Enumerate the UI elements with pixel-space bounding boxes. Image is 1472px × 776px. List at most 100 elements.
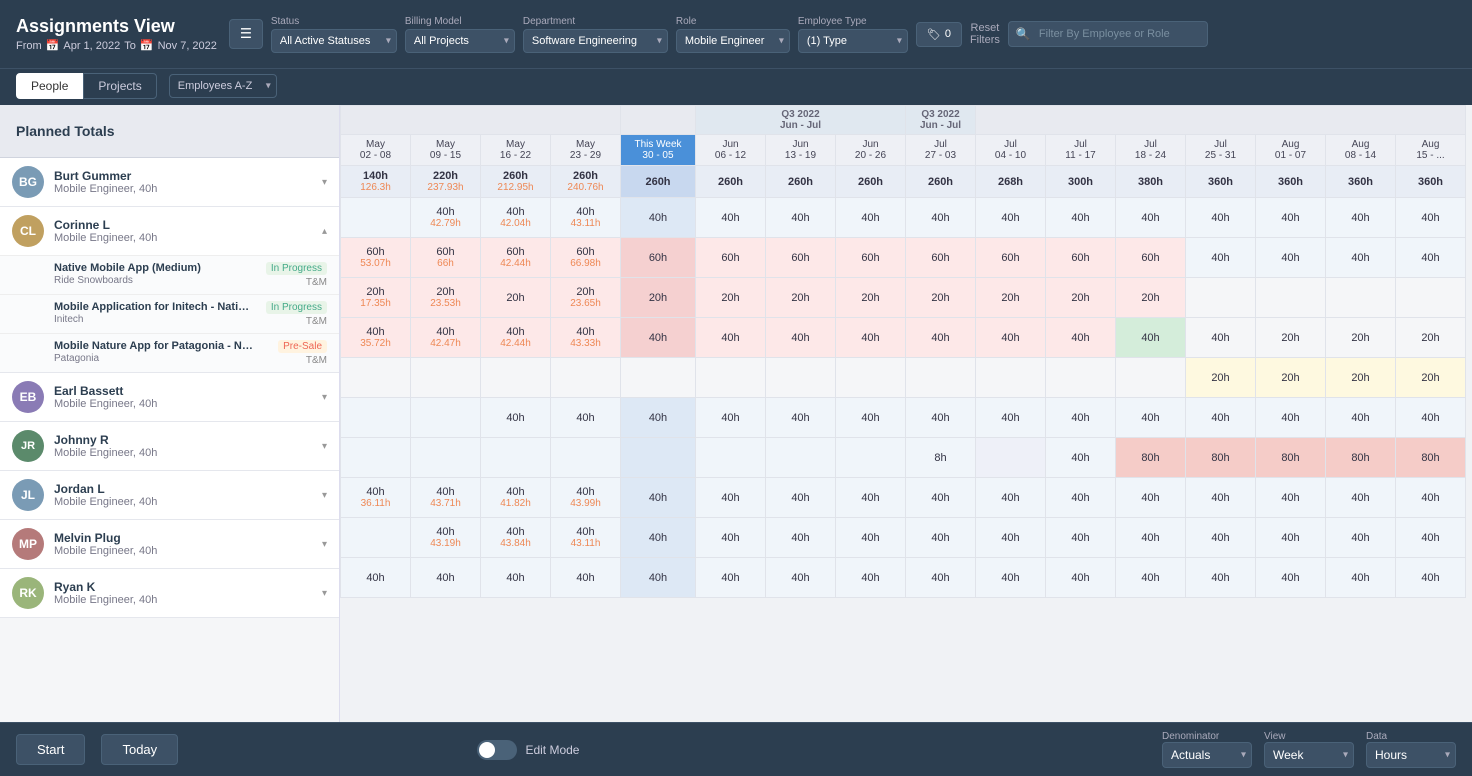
earl-thisweek: 40h xyxy=(621,398,696,438)
sort-select-wrapper: Employees A-Z xyxy=(169,74,277,98)
project-meta-initech: Initech xyxy=(54,314,254,325)
ryan-jul1824: 40h xyxy=(1116,558,1186,598)
denominator-label: Denominator xyxy=(1162,731,1252,742)
ryan-may2329: 40h xyxy=(551,558,621,598)
total-jul0410: 268h xyxy=(976,166,1046,198)
employee-header-johnny[interactable]: JR Johnny R Mobile Engineer, 40h ▾ xyxy=(0,422,339,470)
reset-filters-label: ResetFilters xyxy=(970,22,1000,46)
tab-projects[interactable]: Projects xyxy=(83,73,156,99)
employee-role-burt: Mobile Engineer, 40h xyxy=(54,183,314,195)
johnny-jun0612 xyxy=(696,438,766,478)
footer: Start Today Edit Mode Denominator Actual… xyxy=(0,722,1472,776)
employee-name-corinne: Corinne L xyxy=(54,218,314,232)
week-aug15: Aug15 - ... xyxy=(1396,135,1466,166)
tag-button[interactable]: 🏷 0 xyxy=(916,22,962,47)
emp-data-jordan: 40h36.11h 40h43.71h 40h41.82h 40h43.99h … xyxy=(341,478,1466,518)
emp-data-johnny: 8h 40h 80h 80h 80h 80h 80h xyxy=(341,438,1466,478)
employee-row-burt: BG Burt Gummer Mobile Engineer, 40h ▾ xyxy=(0,158,339,207)
employee-header-earl[interactable]: EB Earl Bassett Mobile Engineer, 40h ▾ xyxy=(0,373,339,421)
total-jul1117: 300h xyxy=(1046,166,1116,198)
today-button[interactable]: Today xyxy=(101,734,178,765)
week-aug0814: Aug08 - 14 xyxy=(1326,135,1396,166)
employee-header-corinne[interactable]: CL Corinne L Mobile Engineer, 40h ▴ xyxy=(0,207,339,255)
employee-header-burt[interactable]: BG Burt Gummer Mobile Engineer, 40h ▾ xyxy=(0,158,339,206)
employee-role-melvin: Mobile Engineer, 40h xyxy=(54,545,314,557)
native-jul0410: 20h xyxy=(976,278,1046,318)
start-button[interactable]: Start xyxy=(16,734,85,765)
corinne-jul2531: 40h xyxy=(1186,238,1256,278)
jordan-thisweek: 40h xyxy=(621,478,696,518)
planned-totals-row: Planned Totals xyxy=(0,105,339,158)
melvin-jul0410: 40h xyxy=(976,518,1046,558)
employee-row-jordan: JL Jordan L Mobile Engineer, 40h ▾ xyxy=(0,471,339,520)
jordan-jul0410: 40h xyxy=(976,478,1046,518)
ryan-aug15: 40h xyxy=(1396,558,1466,598)
jordan-aug0107: 40h xyxy=(1256,478,1326,518)
employee-header-ryan[interactable]: RK Ryan K Mobile Engineer, 40h ▾ xyxy=(0,569,339,617)
patagonia-jul0410 xyxy=(976,358,1046,398)
project-meta-patagonia: Patagonia xyxy=(54,353,254,364)
total-jul1824: 380h xyxy=(1116,166,1186,198)
ryan-may0915: 40h xyxy=(411,558,481,598)
expand-icon-melvin: ▾ xyxy=(322,539,327,550)
project-client-patagonia: Patagonia xyxy=(54,353,99,364)
search-input[interactable] xyxy=(1008,21,1208,47)
status-badge-initech: In Progress xyxy=(266,301,327,314)
status-select[interactable]: All Active Statuses xyxy=(271,29,397,53)
billing-filter-group: Billing Model All Projects xyxy=(405,16,515,53)
initech-may0208: 40h35.72h xyxy=(341,318,411,358)
billing-select[interactable]: All Projects xyxy=(405,29,515,53)
denominator-select[interactable]: Actuals xyxy=(1162,742,1252,768)
sort-select[interactable]: Employees A-Z xyxy=(169,74,277,98)
week-aug0107: Aug01 - 07 xyxy=(1256,135,1326,166)
native-jun1319: 20h xyxy=(766,278,836,318)
burt-aug0814: 40h xyxy=(1326,198,1396,238)
billing-badge-native: T&M xyxy=(306,277,327,288)
dept-filter-label: Department xyxy=(523,16,668,27)
native-may0915: 20h23.53h xyxy=(411,278,481,318)
tab-people[interactable]: People xyxy=(16,73,83,99)
search-icon: 🔍 xyxy=(1016,27,1031,41)
earl-jul2531: 40h xyxy=(1186,398,1256,438)
expand-icon-burt: ▾ xyxy=(322,177,327,188)
employee-info-burt: Burt Gummer Mobile Engineer, 40h xyxy=(54,169,314,195)
reset-filters-button[interactable]: ResetFilters xyxy=(970,22,1000,46)
corinne-jun0612: 60h xyxy=(696,238,766,278)
employee-header-melvin[interactable]: MP Melvin Plug Mobile Engineer, 40h ▾ xyxy=(0,520,339,568)
view-select[interactable]: Week xyxy=(1264,742,1354,768)
week-jul2703: Jul27 - 03 xyxy=(906,135,976,166)
proj-data-initech: 40h35.72h 40h42.47h 40h42.44h 40h43.33h … xyxy=(341,318,1466,358)
edit-mode-toggle[interactable] xyxy=(477,740,517,760)
filter-icon-button[interactable]: ☰ xyxy=(229,19,263,49)
data-select[interactable]: Hours xyxy=(1366,742,1456,768)
patagonia-jul1117 xyxy=(1046,358,1116,398)
avatar-johnny: JR xyxy=(12,430,44,462)
ryan-jul1117: 40h xyxy=(1046,558,1116,598)
initech-jun0612: 40h xyxy=(696,318,766,358)
employee-row-corinne: CL Corinne L Mobile Engineer, 40h ▴ Nati… xyxy=(0,207,339,373)
melvin-jun1319: 40h xyxy=(766,518,836,558)
quarter-may xyxy=(341,106,621,135)
billing-filter-label: Billing Model xyxy=(405,16,515,27)
melvin-may2329: 40h43.11h xyxy=(551,518,621,558)
week-may0915: May09 - 15 xyxy=(411,135,481,166)
grid-panel: Q3 2022Jun - Jul Q3 2022Jun - Jul May02 … xyxy=(340,105,1472,722)
total-jun2026: 260h xyxy=(836,166,906,198)
billing-badge-initech: T&M xyxy=(306,316,327,327)
data-select-wrapper: Hours xyxy=(1366,742,1456,768)
native-aug15 xyxy=(1396,278,1466,318)
project-name-patagonia: Mobile Nature App for Patagonia - Native… xyxy=(54,340,254,352)
initech-jul1824: 40h xyxy=(1116,318,1186,358)
patagonia-may0915 xyxy=(411,358,481,398)
billing-badge-patagonia: T&M xyxy=(306,355,327,366)
employee-header-jordan[interactable]: JL Jordan L Mobile Engineer, 40h ▾ xyxy=(0,471,339,519)
employee-info-corinne: Corinne L Mobile Engineer, 40h xyxy=(54,218,314,244)
emp-type-select[interactable]: (1) Type xyxy=(798,29,908,53)
native-jul1824: 20h xyxy=(1116,278,1186,318)
role-select[interactable]: Mobile Engineer xyxy=(676,29,790,53)
dept-select[interactable]: Software Engineering xyxy=(523,29,668,53)
patagonia-jul2703 xyxy=(906,358,976,398)
week-jul0410: Jul04 - 10 xyxy=(976,135,1046,166)
total-may0915: 220h237.93h xyxy=(411,166,481,198)
patagonia-jul2531: 20h xyxy=(1186,358,1256,398)
